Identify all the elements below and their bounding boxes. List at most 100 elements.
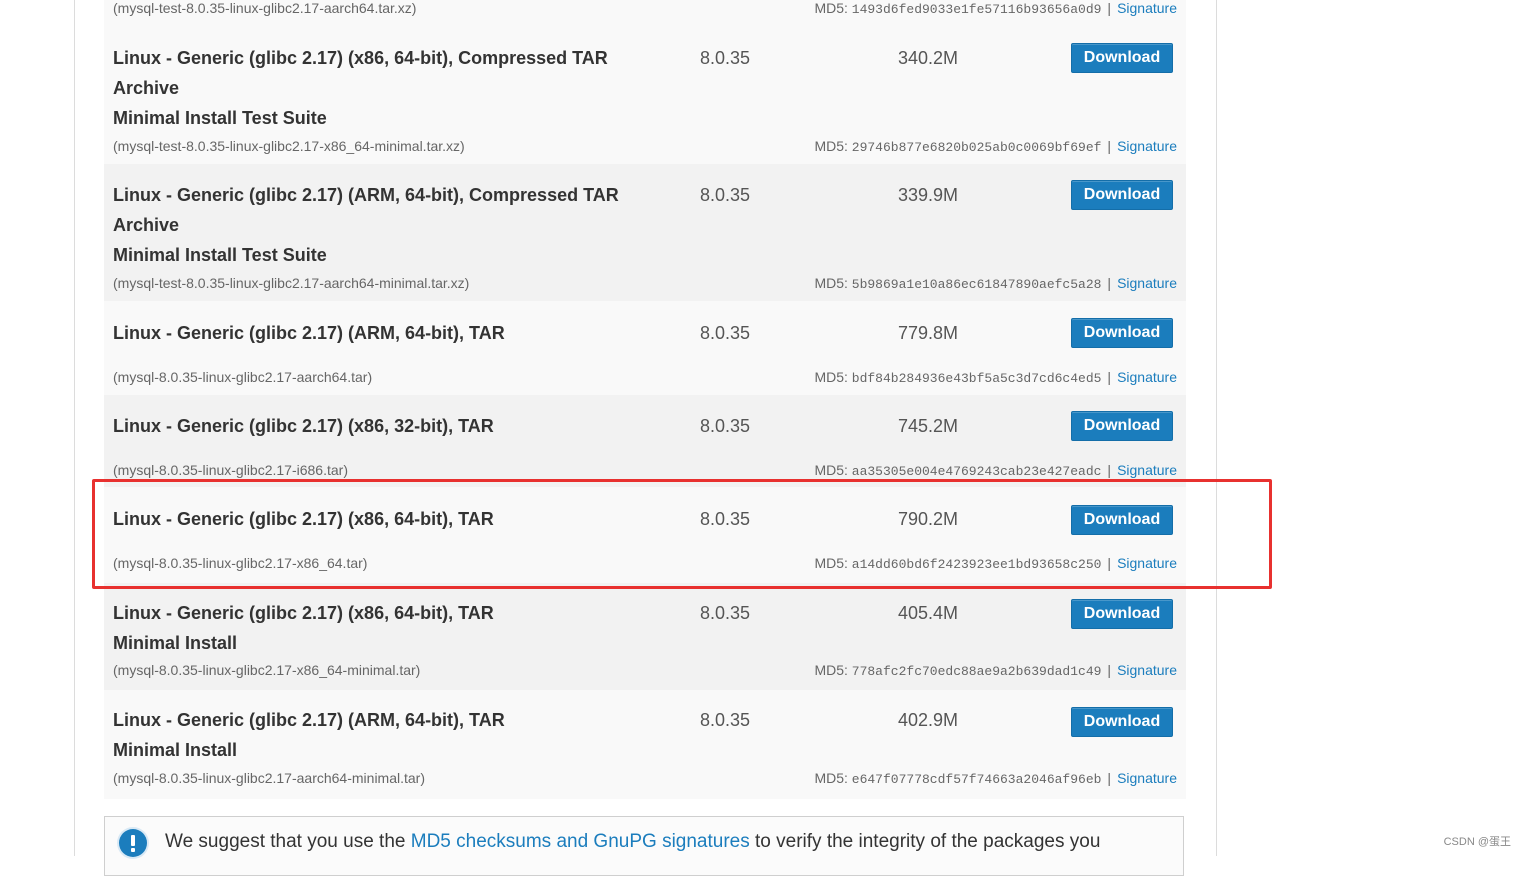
version: 8.0.35 bbox=[700, 185, 751, 205]
table-row: Linux - Generic (glibc 2.17) (x86, 64-bi… bbox=[104, 583, 1186, 690]
md5-label: MD5: bbox=[814, 662, 848, 678]
verification-notice: We suggest that you use the MD5 checksum… bbox=[104, 816, 1184, 876]
table-row: Linux - Generic (glibc 2.17) (x86, 32-bi… bbox=[104, 395, 1186, 487]
table-row-partial: (mysql-test-8.0.35-linux-glibc2.17-aarch… bbox=[104, 0, 1186, 27]
signature-link[interactable]: Signature bbox=[1117, 369, 1177, 385]
md5-hash: e647f07778cdf57f74663a2046af96eb bbox=[851, 772, 1102, 787]
separator: | bbox=[1107, 555, 1112, 571]
md5-label: MD5: bbox=[814, 770, 848, 786]
md5-label: MD5: bbox=[814, 275, 848, 291]
version: 8.0.35 bbox=[700, 416, 751, 436]
md5-info: MD5: a14dd60bd6f2423923ee1bd93658c250 | Si… bbox=[814, 554, 1177, 574]
title-line: Linux - Generic (glibc 2.17) (x86, 64-bi… bbox=[113, 509, 494, 529]
version: 8.0.35 bbox=[700, 603, 751, 623]
md5-hash: 1493d6fed9033e1fe57116b93656a0d9 bbox=[851, 2, 1102, 17]
md5-info: MD5: aa35305e004e4769243cab23e427eadc | Si… bbox=[814, 461, 1177, 481]
version: 8.0.35 bbox=[700, 509, 751, 529]
md5-info: MD5: 5b9869a1e10a86ec61847890aefc5a28 | Si… bbox=[814, 274, 1177, 294]
title-line: Linux - Generic (glibc 2.17) (x86, 64-bi… bbox=[113, 603, 494, 623]
table-row: Linux - Generic (glibc 2.17) (x86, 64-bi… bbox=[104, 27, 1186, 164]
table-row-selected: Linux - Generic (glibc 2.17) (x86, 64-bi… bbox=[104, 487, 1186, 583]
package-title: Linux - Generic (glibc 2.17) (ARM, 64-bi… bbox=[113, 180, 673, 270]
file-name: (mysql-8.0.35-linux-glibc2.17-aarch64-mi… bbox=[113, 770, 425, 786]
title-line: Linux - Generic (glibc 2.17) (ARM, 64-bi… bbox=[113, 710, 505, 730]
md5-hash: a14dd60bd6f2423923ee1bd93658c250 bbox=[851, 557, 1102, 572]
download-button[interactable]: Download bbox=[1071, 318, 1173, 348]
package-title: Linux - Generic (glibc 2.17) (x86, 32-bi… bbox=[113, 411, 673, 441]
separator: | bbox=[1107, 662, 1112, 678]
download-button[interactable]: Download bbox=[1071, 180, 1173, 210]
md5-hash: aa35305e004e4769243cab23e427eadc bbox=[851, 464, 1102, 479]
file-name: (mysql-test-8.0.35-linux-glibc2.17-x86_6… bbox=[113, 138, 465, 154]
separator: | bbox=[1107, 275, 1112, 291]
file-size: 402.9M bbox=[898, 710, 959, 730]
file-name: (mysql-8.0.35-linux-glibc2.17-i686.tar) bbox=[113, 462, 348, 478]
table-row: Linux - Generic (glibc 2.17) (ARM, 64-bi… bbox=[104, 164, 1186, 301]
file-size: 745.2M bbox=[898, 416, 959, 436]
md5-info: MD5: 778afc2fc70edc88ae9a2b639dad1c49 | Si… bbox=[814, 661, 1177, 681]
md5-info: MD5: bdf84b284936e43bf5a5c3d7cd6c4ed5 | Si… bbox=[814, 368, 1177, 388]
file-size: 340.2M bbox=[898, 48, 959, 68]
md5-label: MD5: bbox=[814, 555, 848, 571]
md5-info: MD5: 29746b877e6820b025ab0c0069bf69ef | Si… bbox=[814, 137, 1177, 157]
file-name: (mysql-8.0.35-linux-glibc2.17-aarch64.ta… bbox=[113, 369, 373, 385]
separator: | bbox=[1107, 138, 1112, 154]
download-button[interactable]: Download bbox=[1071, 411, 1173, 441]
md5-info: MD5: 1493d6fed9033e1fe57116b93656a0d9 | Si… bbox=[814, 0, 1177, 19]
file-size: 779.8M bbox=[898, 323, 959, 343]
package-title: Linux - Generic (glibc 2.17) (x86, 64-bi… bbox=[113, 504, 673, 534]
table-row: Linux - Generic (glibc 2.17) (ARM, 64-bi… bbox=[104, 690, 1186, 799]
package-title: Linux - Generic (glibc 2.17) (ARM, 64-bi… bbox=[113, 705, 673, 765]
separator: | bbox=[1107, 462, 1112, 478]
checksums-link[interactable]: MD5 checksums and GnuPG signatures bbox=[411, 831, 750, 852]
signature-link[interactable]: Signature bbox=[1117, 662, 1177, 678]
package-title: Linux - Generic (glibc 2.17) (ARM, 64-bi… bbox=[113, 318, 673, 348]
separator: | bbox=[1107, 0, 1112, 16]
separator: | bbox=[1107, 369, 1112, 385]
signature-link[interactable]: Signature bbox=[1117, 138, 1177, 154]
version: 8.0.35 bbox=[700, 710, 751, 730]
notice-text-before: We suggest that you use the bbox=[165, 831, 411, 852]
title-line: Minimal Install Test Suite bbox=[113, 245, 327, 265]
watermark: CSDN @蛋王 bbox=[1443, 836, 1511, 848]
signature-link[interactable]: Signature bbox=[1117, 462, 1177, 478]
download-button[interactable]: Download bbox=[1071, 505, 1173, 535]
file-size: 339.9M bbox=[898, 185, 959, 205]
version: 8.0.35 bbox=[700, 323, 751, 343]
signature-link[interactable]: Signature bbox=[1117, 770, 1177, 786]
file-name: (mysql-test-8.0.35-linux-glibc2.17-aarch… bbox=[113, 0, 417, 16]
file-name: (mysql-8.0.35-linux-glibc2.17-x86_64-min… bbox=[113, 662, 421, 678]
package-title: Linux - Generic (glibc 2.17) (x86, 64-bi… bbox=[113, 43, 673, 133]
signature-link[interactable]: Signature bbox=[1117, 275, 1177, 291]
table-row: Linux - Generic (glibc 2.17) (ARM, 64-bi… bbox=[104, 301, 1186, 395]
title-line: Linux - Generic (glibc 2.17) (ARM, 64-bi… bbox=[113, 185, 619, 205]
separator: | bbox=[1107, 770, 1112, 786]
file-name: (mysql-test-8.0.35-linux-glibc2.17-aarch… bbox=[113, 275, 470, 291]
file-name: (mysql-8.0.35-linux-glibc2.17-x86_64.tar… bbox=[113, 555, 368, 571]
signature-link[interactable]: Signature bbox=[1117, 555, 1177, 571]
title-line: Linux - Generic (glibc 2.17) (ARM, 64-bi… bbox=[113, 323, 505, 343]
download-button[interactable]: Download bbox=[1071, 707, 1173, 737]
title-line: Linux - Generic (glibc 2.17) (x86, 64-bi… bbox=[113, 48, 608, 68]
md5-label: MD5: bbox=[814, 0, 848, 16]
package-title: Linux - Generic (glibc 2.17) (x86, 64-bi… bbox=[113, 598, 673, 658]
md5-info: MD5: e647f07778cdf57f74663a2046af96eb | Si… bbox=[814, 769, 1177, 789]
title-line: Linux - Generic (glibc 2.17) (x86, 32-bi… bbox=[113, 416, 494, 436]
md5-label: MD5: bbox=[814, 369, 848, 385]
title-line: Minimal Install bbox=[113, 633, 238, 653]
notice-text-after: to verify the integrity of the packages … bbox=[749, 831, 1101, 852]
title-line: Minimal Install bbox=[113, 740, 238, 760]
info-icon bbox=[119, 829, 147, 857]
file-size: 405.4M bbox=[898, 603, 959, 623]
md5-hash: 778afc2fc70edc88ae9a2b639dad1c49 bbox=[851, 664, 1102, 679]
md5-hash: 29746b877e6820b025ab0c0069bf69ef bbox=[851, 140, 1102, 155]
download-button[interactable]: Download bbox=[1071, 599, 1173, 629]
file-size: 790.2M bbox=[898, 509, 959, 529]
signature-link[interactable]: Signature bbox=[1117, 0, 1177, 16]
md5-hash: 5b9869a1e10a86ec61847890aefc5a28 bbox=[851, 277, 1102, 292]
download-button[interactable]: Download bbox=[1071, 43, 1173, 73]
title-line: Archive bbox=[113, 78, 180, 98]
title-line: Minimal Install Test Suite bbox=[113, 108, 327, 128]
md5-label: MD5: bbox=[814, 462, 848, 478]
md5-hash: bdf84b284936e43bf5a5c3d7cd6c4ed5 bbox=[851, 371, 1102, 386]
